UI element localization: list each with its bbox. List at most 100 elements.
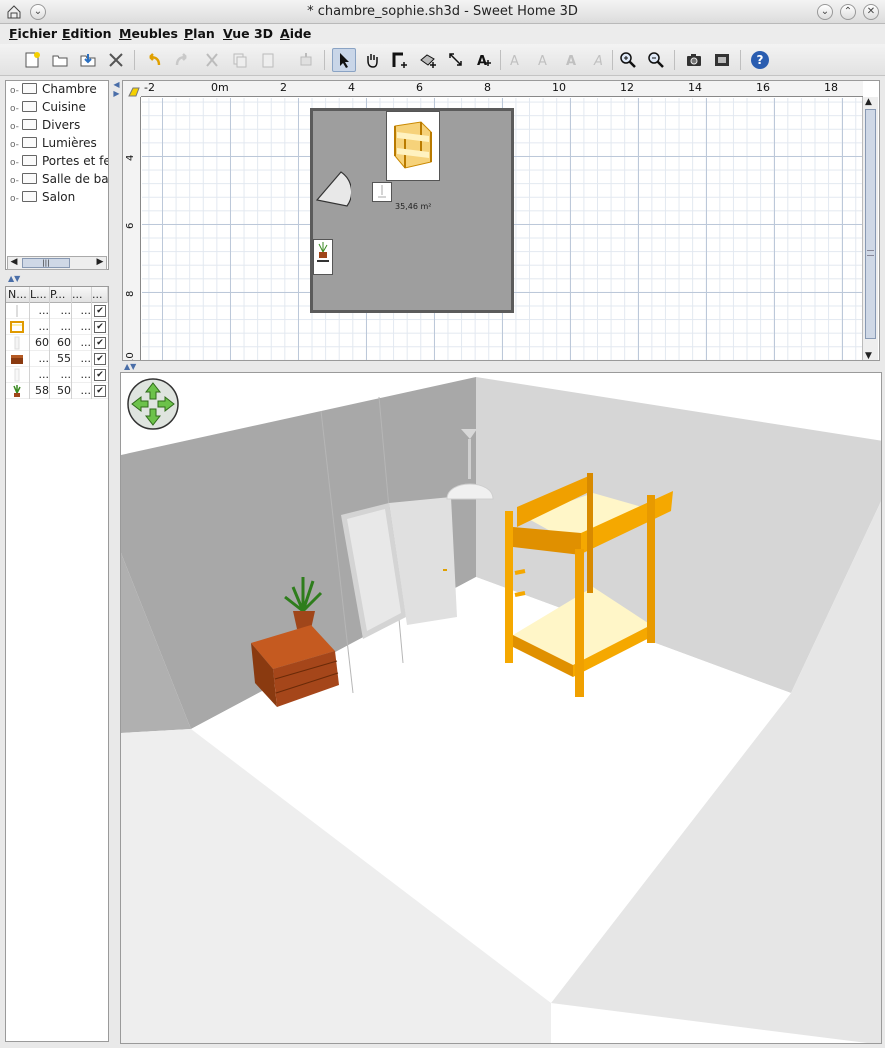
visible-checkbox[interactable]: ✔	[94, 353, 106, 365]
category-label: Salon	[42, 190, 76, 204]
create-photo-icon[interactable]	[682, 48, 706, 72]
row-height: ...	[72, 335, 92, 351]
table-row[interactable]: ... ... ... ✔	[6, 367, 108, 383]
maximize-button[interactable]: ⌃	[840, 4, 856, 20]
create-dimensions-icon[interactable]	[444, 48, 468, 72]
svg-text:A: A	[538, 54, 547, 69]
expand-handle-icon[interactable]: o-	[10, 140, 22, 150]
visible-checkbox[interactable]: ✔	[94, 305, 106, 317]
catalog-category-divers[interactable]: o- Divers	[10, 118, 80, 136]
catalog-category-salle-de-bain[interactable]: o- Salle de ba	[10, 172, 108, 190]
visible-checkbox[interactable]: ✔	[94, 385, 106, 397]
expand-handle-icon[interactable]: o-	[10, 176, 22, 186]
menu-plan[interactable]: Plan	[184, 26, 215, 41]
ruler-label: 6	[416, 81, 423, 94]
menu-edition[interactable]: Edition	[62, 26, 112, 41]
window-title: * chambre_sophie.sh3d - Sweet Home 3D	[307, 4, 578, 19]
visible-checkbox[interactable]: ✔	[94, 369, 106, 381]
italic-text-icon[interactable]: A	[588, 48, 612, 72]
lamp-plan[interactable]	[372, 182, 392, 202]
zoom-in-icon[interactable]	[616, 48, 640, 72]
row-height: ...	[72, 367, 92, 383]
split-pane-divider[interactable]: ▲▼	[124, 362, 136, 371]
increase-text-icon[interactable]: A	[532, 48, 556, 72]
room-bedroom[interactable]: 35,46 m²	[310, 108, 514, 313]
ruler-label: 10	[552, 81, 566, 94]
expand-handle-icon[interactable]: o-	[10, 86, 22, 96]
close-button[interactable]: ✕	[863, 4, 879, 20]
catalog-category-cuisine[interactable]: o- Cuisine	[10, 100, 86, 118]
table-row[interactable]: 60 60 ... ✔	[6, 335, 108, 351]
column-header-depth[interactable]: P...	[50, 287, 72, 303]
expand-handle-icon[interactable]: o-	[10, 122, 22, 132]
table-row[interactable]: 58 50 ... ✔	[6, 383, 108, 399]
plan-view[interactable]: -2 0m 2 4 6 8 10 12 14 16 18 4 6 8 10 35…	[122, 80, 880, 361]
minimize-button[interactable]: ⌄	[817, 4, 833, 20]
open-icon[interactable]	[48, 48, 72, 72]
row-depth: ...	[50, 303, 72, 319]
toolbar-separator	[500, 50, 501, 70]
split-pane-divider[interactable]: ◀▶	[112, 80, 121, 98]
create-video-icon[interactable]	[710, 48, 734, 72]
3d-navigation-arrows-icon[interactable]	[126, 377, 180, 431]
preferences-icon[interactable]	[104, 48, 128, 72]
redo-icon[interactable]	[170, 48, 194, 72]
expand-handle-icon[interactable]: o-	[10, 104, 22, 114]
door-symbol[interactable]	[315, 166, 351, 210]
new-home-icon[interactable]	[20, 48, 44, 72]
catalog-category-portes[interactable]: o- Portes et fe	[10, 154, 108, 172]
save-icon[interactable]	[76, 48, 100, 72]
modify-text-icon[interactable]: A	[504, 48, 528, 72]
row-height: ...	[72, 383, 92, 399]
scroll-right-arrow-icon[interactable]: ▶	[94, 257, 106, 267]
bunk-bed-plan[interactable]	[386, 111, 440, 181]
catalog-category-salon[interactable]: o- Salon	[10, 190, 75, 208]
scrollbar-thumb[interactable]: |||	[22, 258, 70, 268]
catalog-category-chambre[interactable]: o- Chambre	[10, 82, 97, 100]
3d-scene[interactable]	[121, 373, 882, 1044]
title-bar: ⌄ * chambre_sophie.sh3d - Sweet Home 3D …	[0, 0, 885, 24]
add-text-icon[interactable]: A	[472, 48, 496, 72]
bold-text-icon[interactable]: A	[560, 48, 584, 72]
create-rooms-icon[interactable]	[416, 48, 440, 72]
zoom-out-icon[interactable]	[644, 48, 668, 72]
scroll-down-arrow-icon[interactable]: ▼	[865, 351, 872, 360]
menu-aide[interactable]: Aide	[280, 26, 311, 41]
plan-vertical-scrollbar[interactable]: ▲ ▼	[862, 97, 878, 360]
folder-icon	[22, 137, 37, 148]
scroll-up-arrow-icon[interactable]: ▲	[865, 97, 872, 107]
ruler-label: 10	[125, 352, 136, 361]
catalog-category-lumieres[interactable]: o- Lumières	[10, 136, 97, 154]
create-walls-icon[interactable]	[388, 48, 412, 72]
scroll-left-arrow-icon[interactable]: ◀	[8, 257, 20, 267]
pan-mode-icon[interactable]	[360, 48, 384, 72]
menu-vue-3d[interactable]: Vue 3D	[223, 26, 273, 41]
add-furniture-icon[interactable]	[294, 48, 318, 72]
cut-icon[interactable]	[200, 48, 224, 72]
catalog-horizontal-scrollbar[interactable]: ◀ ||| ▶	[7, 256, 107, 270]
scrollbar-thumb[interactable]	[865, 109, 876, 339]
expand-handle-icon[interactable]: o-	[10, 158, 22, 168]
select-mode-icon[interactable]	[332, 48, 356, 72]
split-pane-divider[interactable]: ▲▼	[8, 274, 20, 283]
table-row[interactable]: ... ... ... ✔	[6, 319, 108, 335]
bunk-bed-icon	[6, 319, 30, 335]
paste-icon[interactable]	[256, 48, 280, 72]
menu-fichier[interactable]: Fichier	[9, 26, 57, 41]
ruler-label: 18	[824, 81, 838, 94]
expand-handle-icon[interactable]: o-	[10, 194, 22, 204]
table-row[interactable]: ... 55 ... ✔	[6, 351, 108, 367]
column-header-visible[interactable]: ...	[92, 287, 108, 303]
3d-view[interactable]	[120, 372, 882, 1044]
column-header-height[interactable]: ...	[72, 287, 92, 303]
menu-meubles[interactable]: Meubles	[119, 26, 178, 41]
copy-icon[interactable]	[228, 48, 252, 72]
column-header-name[interactable]: N...	[6, 287, 30, 303]
undo-icon[interactable]	[142, 48, 166, 72]
visible-checkbox[interactable]: ✔	[94, 337, 106, 349]
visible-checkbox[interactable]: ✔	[94, 321, 106, 333]
column-header-width[interactable]: L...	[30, 287, 50, 303]
table-row[interactable]: ... ... ... ✔	[6, 303, 108, 319]
plant-plan[interactable]	[313, 239, 333, 275]
help-icon[interactable]: ?	[748, 48, 772, 72]
